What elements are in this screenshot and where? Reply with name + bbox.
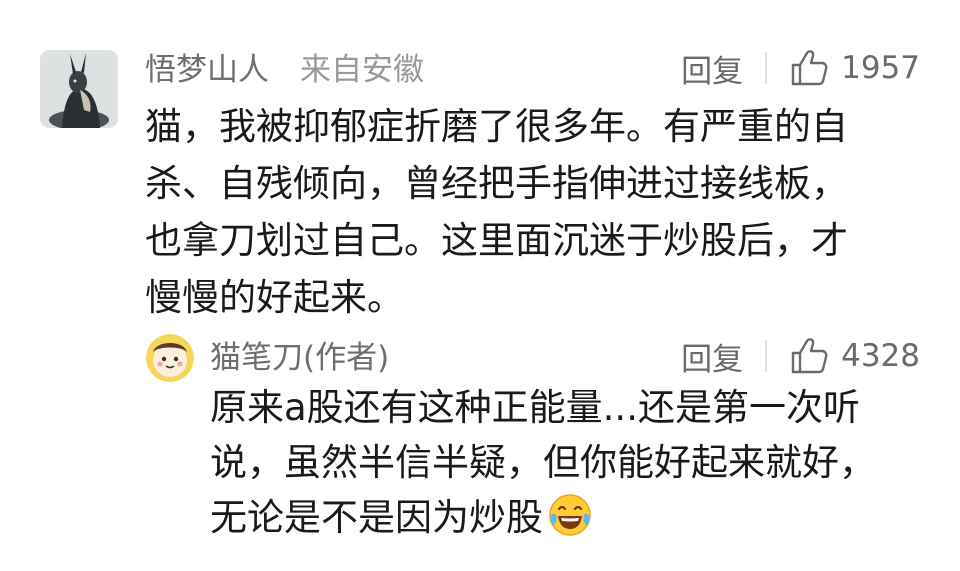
comment-text: 猫，我被抑郁症折磨了很多年。有严重的自 杀、自残倾向，曾经把手指伸进过接线板， … [145, 98, 920, 326]
reply-line: 无论是不是因为炒股 [210, 496, 543, 539]
reply-button[interactable]: 回复 [681, 334, 743, 379]
avatar-cartoon [146, 334, 194, 382]
divider [765, 52, 768, 84]
reply-line: 原来a股还有这种正能量...还是第一次听 [210, 386, 860, 429]
reply-text: 原来a股还有这种正能量...还是第一次听 说，虽然半信半疑，但你能好起来就好， … [210, 380, 920, 545]
reply-avatar[interactable] [146, 334, 194, 382]
comment-line: 杀、自残倾向，曾经把手指伸进过接线板， [145, 162, 848, 205]
thumbs-up-icon[interactable] [789, 48, 829, 88]
reply-actions: 回复 4328 [681, 334, 920, 378]
divider [765, 340, 768, 372]
comment-line: 猫，我被抑郁症折磨了很多年。有严重的自 [145, 105, 848, 148]
avatar-illustration [40, 50, 118, 128]
author-name[interactable]: 悟梦山人 [145, 44, 269, 89]
reply-line: 说，虽然半信半疑，但你能好起来就好， [210, 441, 876, 484]
reply-line-last: 无论是不是因为炒股 [210, 490, 920, 545]
like-count: 4328 [841, 338, 920, 374]
comment-actions: 回复 1957 [681, 46, 920, 90]
thumbs-up-icon[interactable] [789, 336, 829, 376]
reply-author-name[interactable]: 猫笔刀(作者) [210, 332, 389, 377]
like-count: 1957 [841, 50, 920, 86]
comment-line: 慢慢的好起来。 [145, 276, 404, 319]
avatar[interactable] [40, 50, 118, 128]
laughing-tears-icon [549, 494, 591, 536]
location-label: 来自安徽 [300, 52, 424, 88]
comment-line: 也拿刀划过自己。这里面沉迷于炒股后，才 [145, 219, 848, 262]
reply-button[interactable]: 回复 [681, 46, 743, 91]
